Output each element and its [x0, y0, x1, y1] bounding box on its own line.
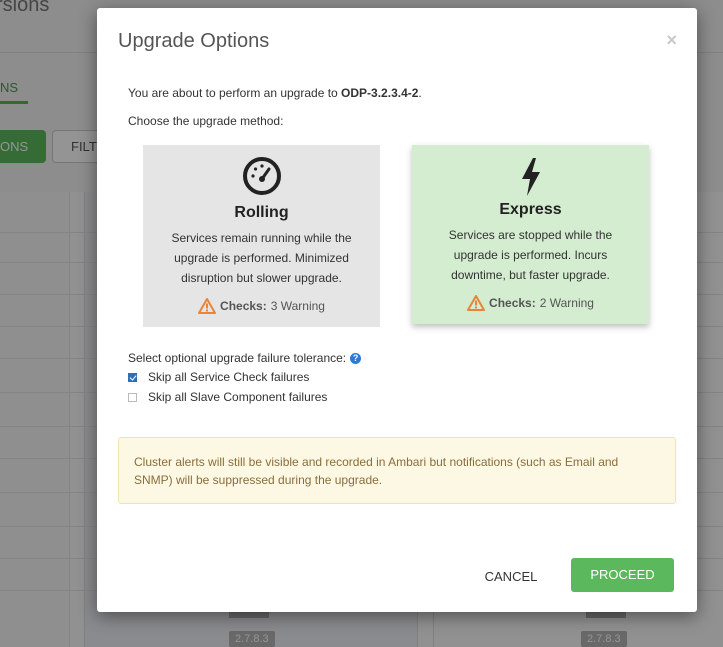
- close-icon[interactable]: ×: [666, 30, 677, 51]
- lightning-bolt-icon: [521, 158, 540, 196]
- skip-service-check-label: Skip all Service Check failures: [148, 370, 310, 384]
- rolling-description: Services remain running while the upgrad…: [171, 231, 352, 285]
- modal-header: Upgrade Options ×: [97, 8, 697, 70]
- express-upgrade-option[interactable]: Express Services are stopped while the u…: [412, 145, 649, 324]
- proceed-button[interactable]: PROCEED: [571, 558, 674, 592]
- failure-tolerance-text: Select optional upgrade failure toleranc…: [128, 351, 347, 365]
- target-version: ODP-3.2.3.4-2: [341, 86, 419, 100]
- express-checks[interactable]: Checks: 2 Warning: [412, 295, 649, 311]
- warning-icon: [467, 295, 486, 311]
- rolling-title: Rolling: [234, 204, 289, 221]
- cancel-button[interactable]: CANCEL: [474, 566, 548, 586]
- checks-label: Checks:: [220, 299, 267, 313]
- failure-tolerance-label: Select optional upgrade failure toleranc…: [128, 351, 362, 365]
- express-description: Services are stopped while the upgrade i…: [448, 228, 613, 282]
- speedometer-icon: [242, 157, 281, 195]
- checks-value: 2 Warning: [539, 296, 594, 310]
- choose-method-label: Choose the upgrade method:: [128, 114, 284, 128]
- upgrade-intro-text: You are about to perform an upgrade to O…: [128, 86, 422, 100]
- skip-slave-component-label: Skip all Slave Component failures: [148, 390, 328, 404]
- warning-icon: [198, 298, 217, 314]
- intro-suffix: .: [418, 86, 422, 100]
- modal-title: Upgrade Options: [118, 30, 270, 52]
- skip-slave-component-checkbox[interactable]: [128, 392, 137, 402]
- intro-prefix: You are about to perform an upgrade to: [128, 86, 342, 100]
- help-icon[interactable]: ?: [350, 352, 362, 364]
- skip-slave-component-option[interactable]: Skip all Slave Component failures: [128, 390, 327, 404]
- rolling-checks[interactable]: Checks: 3 Warning: [143, 298, 380, 314]
- checks-value: 3 Warning: [270, 299, 325, 313]
- upgrade-options-dialog: Upgrade Options × You are about to perfo…: [97, 8, 697, 612]
- skip-service-check-option[interactable]: Skip all Service Check failures: [128, 370, 309, 384]
- express-title: Express: [499, 201, 562, 218]
- skip-service-check-checkbox[interactable]: [128, 372, 137, 382]
- checks-label: Checks:: [489, 296, 536, 310]
- rolling-upgrade-option[interactable]: Rolling Services remain running while th…: [143, 145, 380, 327]
- notification-warning-alert: Cluster alerts will still be visible and…: [118, 437, 676, 504]
